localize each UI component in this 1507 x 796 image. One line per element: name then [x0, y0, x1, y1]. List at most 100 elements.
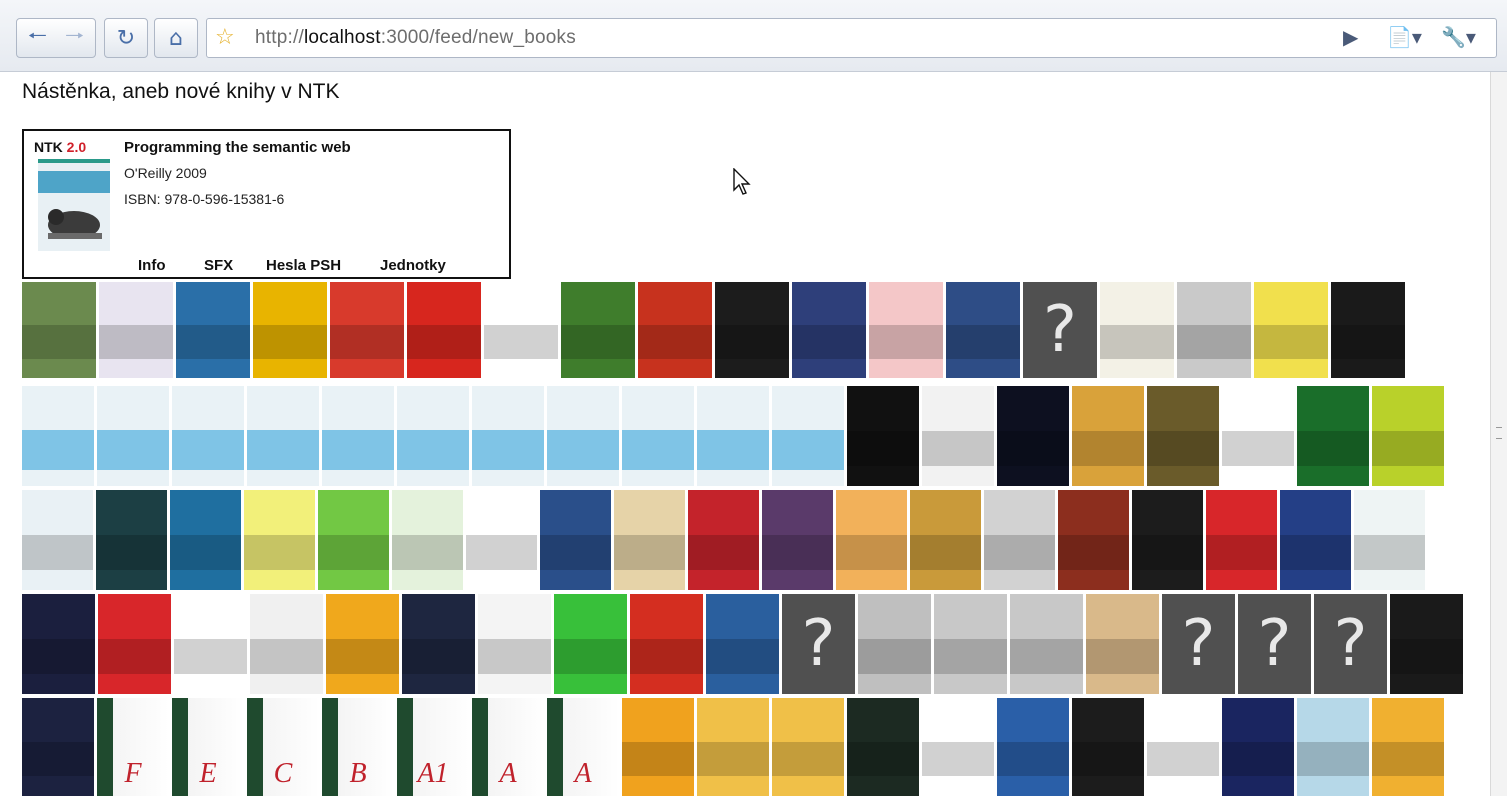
book-cover[interactable] — [869, 282, 943, 378]
book-cover[interactable] — [984, 490, 1055, 590]
book-cover[interactable] — [934, 594, 1007, 694]
book-cover[interactable] — [1100, 282, 1174, 378]
book-cover[interactable]: B — [322, 698, 394, 796]
book-cover[interactable] — [706, 594, 779, 694]
book-cover[interactable] — [697, 698, 769, 796]
link-jednotky[interactable]: Jednotky — [380, 257, 446, 274]
book-cover[interactable]: C — [247, 698, 319, 796]
book-cover[interactable] — [484, 282, 558, 378]
url-text[interactable]: http://localhost:3000/feed/new_books — [255, 27, 576, 49]
book-cover[interactable] — [997, 698, 1069, 796]
book-cover[interactable]: ? — [1023, 282, 1097, 378]
book-cover[interactable] — [688, 490, 759, 590]
book-cover[interactable] — [922, 386, 994, 486]
book-cover[interactable]: F — [97, 698, 169, 796]
page-menu-icon[interactable]: 📄▾ — [1387, 25, 1422, 49]
book-cover[interactable] — [1222, 698, 1294, 796]
reload-button[interactable]: ↻ — [104, 18, 148, 58]
book-cover[interactable] — [697, 386, 769, 486]
book-cover[interactable] — [326, 594, 399, 694]
book-cover[interactable] — [836, 490, 907, 590]
book-cover[interactable] — [407, 282, 481, 378]
book-cover[interactable] — [858, 594, 931, 694]
book-cover[interactable] — [98, 594, 171, 694]
book-cover[interactable] — [1372, 386, 1444, 486]
book-cover[interactable] — [1147, 386, 1219, 486]
book-cover[interactable] — [540, 490, 611, 590]
book-cover[interactable] — [1354, 490, 1425, 590]
book-cover[interactable] — [547, 386, 619, 486]
book-cover[interactable] — [1280, 490, 1351, 590]
book-cover[interactable] — [1086, 594, 1159, 694]
book-cover[interactable] — [922, 698, 994, 796]
star-icon[interactable]: ☆ — [215, 25, 235, 50]
book-cover[interactable] — [554, 594, 627, 694]
book-cover[interactable] — [910, 490, 981, 590]
book-cover[interactable] — [614, 490, 685, 590]
book-cover[interactable] — [22, 490, 93, 590]
book-cover[interactable] — [1331, 282, 1405, 378]
book-cover[interactable] — [1058, 490, 1129, 590]
book-cover[interactable] — [561, 282, 635, 378]
book-cover[interactable] — [22, 386, 94, 486]
book-cover[interactable] — [1072, 386, 1144, 486]
wrench-icon[interactable]: 🔧▾ — [1441, 25, 1476, 49]
book-cover[interactable] — [946, 282, 1020, 378]
book-cover[interactable]: ? — [1162, 594, 1235, 694]
book-cover[interactable] — [1147, 698, 1219, 796]
home-button[interactable]: ⌂ — [154, 18, 198, 58]
book-cover[interactable] — [1132, 490, 1203, 590]
book-cover[interactable] — [630, 594, 703, 694]
book-cover[interactable] — [762, 490, 833, 590]
book-cover[interactable] — [472, 386, 544, 486]
book-cover[interactable] — [792, 282, 866, 378]
book-cover[interactable] — [1254, 282, 1328, 378]
vertical-scrollbar[interactable] — [1490, 72, 1507, 796]
book-cover[interactable]: ? — [782, 594, 855, 694]
book-cover[interactable]: E — [172, 698, 244, 796]
book-cover[interactable] — [997, 386, 1069, 486]
book-cover[interactable] — [847, 698, 919, 796]
book-cover[interactable] — [172, 386, 244, 486]
book-cover[interactable] — [847, 386, 919, 486]
book-cover[interactable] — [1072, 698, 1144, 796]
book-cover[interactable] — [638, 282, 712, 378]
book-cover[interactable] — [392, 490, 463, 590]
book-cover[interactable] — [96, 490, 167, 590]
book-cover[interactable] — [622, 386, 694, 486]
book-cover[interactable]: ? — [1314, 594, 1387, 694]
book-cover[interactable] — [466, 490, 537, 590]
book-cover[interactable] — [253, 282, 327, 378]
link-hesla-psh[interactable]: Hesla PSH — [266, 257, 341, 274]
forward-arrow-icon[interactable]: 🠒 — [65, 19, 84, 57]
book-cover[interactable]: A — [472, 698, 544, 796]
book-cover[interactable] — [99, 282, 173, 378]
link-info[interactable]: Info — [138, 257, 166, 274]
book-cover[interactable] — [244, 490, 315, 590]
book-cover[interactable] — [478, 594, 551, 694]
book-cover[interactable] — [318, 490, 389, 590]
book-cover[interactable] — [174, 594, 247, 694]
book-cover[interactable] — [1206, 490, 1277, 590]
book-cover[interactable] — [1177, 282, 1251, 378]
book-cover-main[interactable] — [38, 159, 110, 251]
book-cover[interactable] — [22, 282, 96, 378]
book-cover[interactable] — [170, 490, 241, 590]
book-cover[interactable]: A — [547, 698, 619, 796]
book-cover[interactable] — [97, 386, 169, 486]
book-cover[interactable] — [402, 594, 475, 694]
book-cover[interactable] — [322, 386, 394, 486]
book-cover[interactable] — [1297, 386, 1369, 486]
address-bar[interactable]: ☆ http://localhost:3000/feed/new_books ▶… — [206, 18, 1497, 58]
book-cover[interactable]: ? — [1238, 594, 1311, 694]
book-cover[interactable] — [1390, 594, 1463, 694]
book-cover[interactable] — [22, 594, 95, 694]
book-cover[interactable] — [250, 594, 323, 694]
book-cover[interactable]: A1 — [397, 698, 469, 796]
book-cover[interactable] — [1297, 698, 1369, 796]
book-cover[interactable] — [1372, 698, 1444, 796]
book-cover[interactable] — [1010, 594, 1083, 694]
book-cover[interactable] — [176, 282, 250, 378]
link-sfx[interactable]: SFX — [204, 257, 233, 274]
book-cover[interactable] — [772, 386, 844, 486]
